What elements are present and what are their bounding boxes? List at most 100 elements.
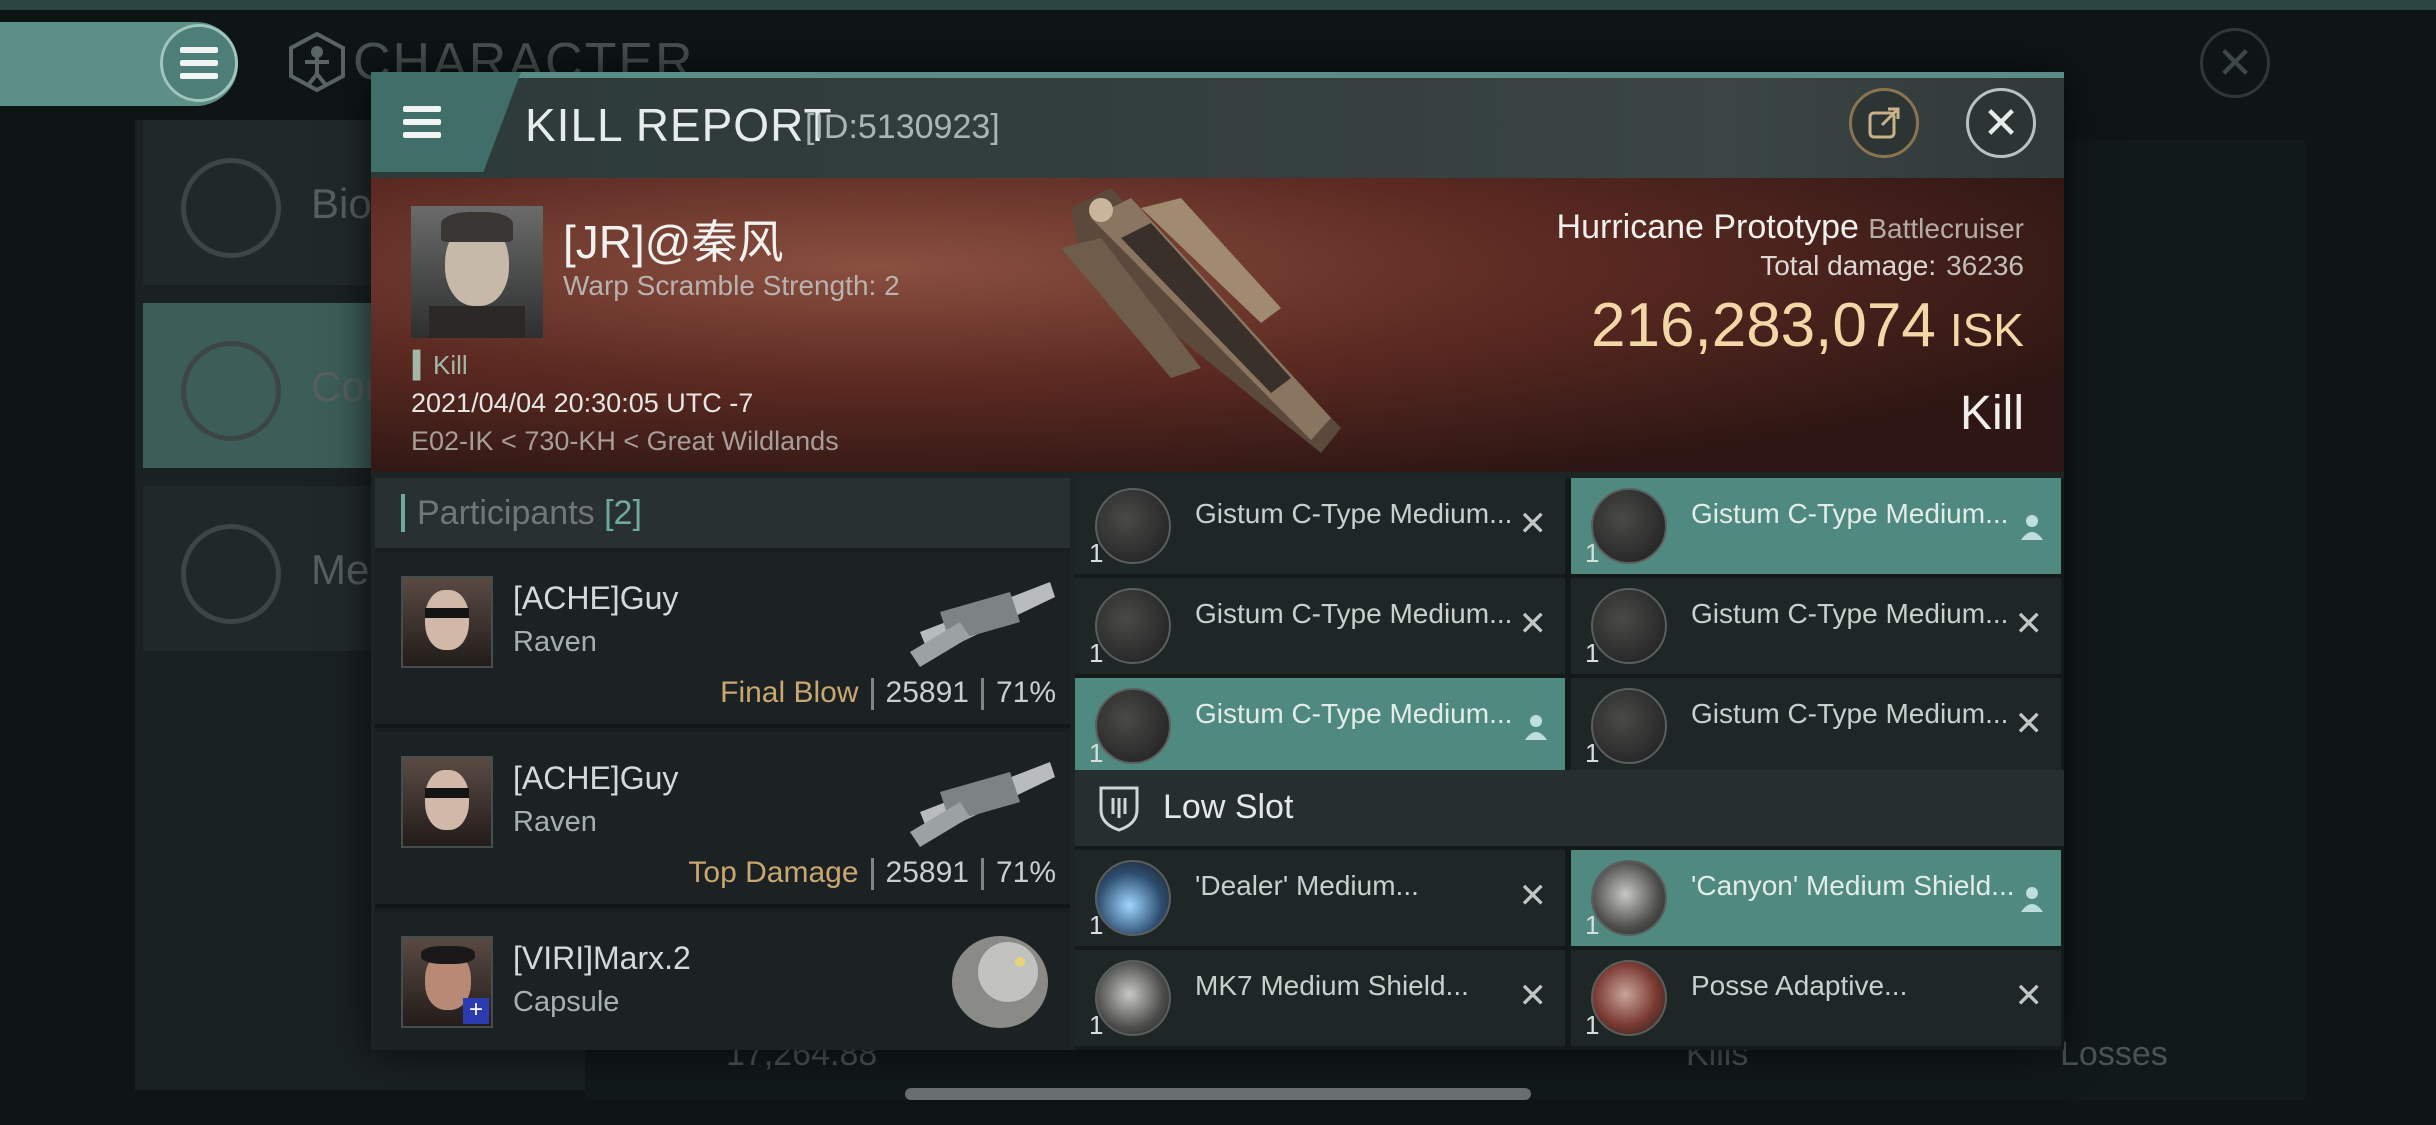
hamburger-icon: [180, 47, 218, 79]
module-slot[interactable]: 1 MK7 Medium Shield... ✕: [1075, 950, 1565, 1046]
isk-value: 216,283,074: [1591, 291, 1936, 360]
swords-icon: [181, 341, 281, 441]
low-slot-header: Low Slot: [1075, 770, 2064, 846]
module-slot[interactable]: 1 Posse Adaptive... ✕: [1571, 950, 2061, 1046]
participants-label: Participants: [417, 494, 595, 532]
module-name: Gistum C-Type Medium...: [1691, 498, 2009, 529]
share-button[interactable]: [1849, 88, 1919, 158]
share-icon: [1868, 107, 1900, 139]
victim-name[interactable]: [JR]@秦风: [563, 206, 783, 272]
module-qty: 1: [1585, 738, 1600, 768]
participant-portrait[interactable]: [401, 576, 493, 668]
participant-stats: Final Blow 25891 71%: [720, 676, 1056, 711]
module-qty: 1: [1585, 538, 1600, 568]
low-slot-icon: [1099, 786, 1139, 832]
participant-name: [VIRI]Marx.2: [513, 940, 691, 976]
module-name: Gistum C-Type Medium...: [1691, 698, 2009, 729]
participant-row[interactable]: + [VIRI]Marx.2 Capsule: [375, 912, 1070, 1050]
module-qty: 1: [1585, 638, 1600, 668]
participant-portrait[interactable]: [401, 756, 493, 848]
ship-name-line[interactable]: Hurricane Prototype Battlecruiser: [1557, 208, 2024, 247]
x-icon: ✕: [2014, 605, 2044, 643]
module-slot[interactable]: 1 Gistum C-Type Medium... ✕: [1571, 678, 2061, 774]
x-icon: ✕: [2014, 705, 2044, 743]
bg-losses: Losses: [2060, 1035, 2168, 1073]
kill-tag-label: Kill: [433, 350, 468, 380]
module-slot[interactable]: 1 'Dealer' Medium... ✕: [1075, 850, 1565, 946]
participant-percent: 71%: [995, 856, 1056, 889]
adaptive-hardener-icon: [1591, 960, 1667, 1036]
participant-portrait[interactable]: +: [401, 936, 493, 1028]
total-damage-value: 36236: [1946, 250, 2024, 281]
participants-header: Participants [2]: [375, 478, 1070, 548]
participant-name: [ACHE]Guy: [513, 580, 679, 616]
module-qty: 1: [1089, 638, 1104, 668]
close-button[interactable]: ✕: [1966, 88, 2036, 158]
module-slot[interactable]: 1 Gistum C-Type Medium... ✕: [1075, 478, 1565, 574]
kill-timestamp: 2021/04/04 20:30:05 UTC -7: [411, 388, 754, 418]
participant-role: Top Damage: [688, 856, 859, 889]
ship-image: [1061, 188, 1341, 453]
warp-scramble: Warp Scramble Strength: 2: [563, 270, 900, 301]
module-slot[interactable]: 1 Gistum C-Type Medium... ✕: [1075, 578, 1565, 674]
capsule-image: [952, 936, 1048, 1028]
total-damage-label: Total damage:: [1760, 250, 1937, 281]
home-indicator: [905, 1088, 1531, 1100]
participant-row[interactable]: [ACHE]Guy Raven Top Damage 25891 71%: [375, 732, 1070, 908]
module-qty: 1: [1089, 1010, 1104, 1040]
modal-title: KILL REPORT: [525, 99, 833, 151]
module-qty: 1: [1089, 738, 1104, 768]
bg-nav-label: Bio: [311, 180, 372, 227]
module-slot[interactable]: 1 'Canyon' Medium Shield...: [1571, 850, 2061, 946]
x-icon: ✕: [1518, 877, 1548, 915]
ship-class: Battlecruiser: [1868, 213, 2024, 244]
turret-icon: [1095, 588, 1171, 664]
module-name: 'Canyon' Medium Shield...: [1691, 870, 2015, 901]
module-name: Gistum C-Type Medium...: [1195, 598, 1513, 629]
total-damage-line: Total damage: 36236: [1760, 250, 2024, 282]
participants-panel: Participants [2] [ACHE]Guy Raven Final B…: [375, 478, 1070, 1050]
participant-damage: 25891: [885, 676, 969, 709]
hamburger-icon: [403, 106, 441, 138]
participant-ship: Raven: [513, 626, 597, 658]
kill-location[interactable]: E02-IK < 730-KH < Great Wildlands: [411, 426, 839, 457]
raven-ship-image: [910, 582, 1055, 667]
module-slot[interactable]: 1 Gistum C-Type Medium...: [1075, 678, 1565, 774]
participant-ship: Capsule: [513, 986, 620, 1018]
victim-portrait[interactable]: [411, 206, 543, 338]
turret-icon: [1095, 488, 1171, 564]
participant-role: Final Blow: [720, 676, 859, 709]
character-icon: [287, 31, 347, 93]
module-name: Gistum C-Type Medium...: [1195, 698, 1513, 729]
x-icon: ✕: [1518, 977, 1548, 1015]
plus-badge-icon: +: [463, 998, 489, 1024]
module-qty: 1: [1585, 910, 1600, 940]
isk-line: 216,283,074 ISK: [1591, 290, 2024, 361]
shield-extender-icon: [1095, 960, 1171, 1036]
participant-damage: 25891: [885, 856, 969, 889]
participant-row[interactable]: [ACHE]Guy Raven Final Blow 25891 71%: [375, 552, 1070, 728]
x-icon: ✕: [2014, 977, 2044, 1015]
module-slot[interactable]: 1 Gistum C-Type Medium... ✕: [1571, 578, 2061, 674]
module-name: 'Dealer' Medium...: [1195, 870, 1419, 901]
x-icon: ✕: [1518, 605, 1548, 643]
module-name: Gistum C-Type Medium...: [1195, 498, 1513, 529]
turret-icon: [1095, 688, 1171, 764]
module-qty: 1: [1089, 538, 1104, 568]
damage-mod-icon: [1095, 860, 1171, 936]
participant-stats: Top Damage 25891 71%: [688, 856, 1056, 891]
module-slot[interactable]: 1 Gistum C-Type Medium...: [1571, 478, 2061, 574]
shield-extender-icon: [1591, 860, 1667, 936]
bg-close-button[interactable]: ✕: [2200, 28, 2270, 98]
person-icon: [2021, 887, 2043, 912]
module-name: Gistum C-Type Medium...: [1691, 598, 2009, 629]
turret-icon: [1591, 688, 1667, 764]
list-icon: [181, 158, 281, 258]
kill-report-modal: KILL REPORT [ID:5130923] ✕ [JR]@秦风 Warp …: [371, 72, 2064, 1050]
person-icon: [2021, 515, 2043, 540]
participant-ship: Raven: [513, 806, 597, 838]
main-menu-button[interactable]: [160, 24, 238, 102]
participants-count: [2]: [604, 494, 642, 532]
participant-name: [ACHE]Guy: [513, 760, 679, 796]
turret-icon: [1591, 488, 1667, 564]
